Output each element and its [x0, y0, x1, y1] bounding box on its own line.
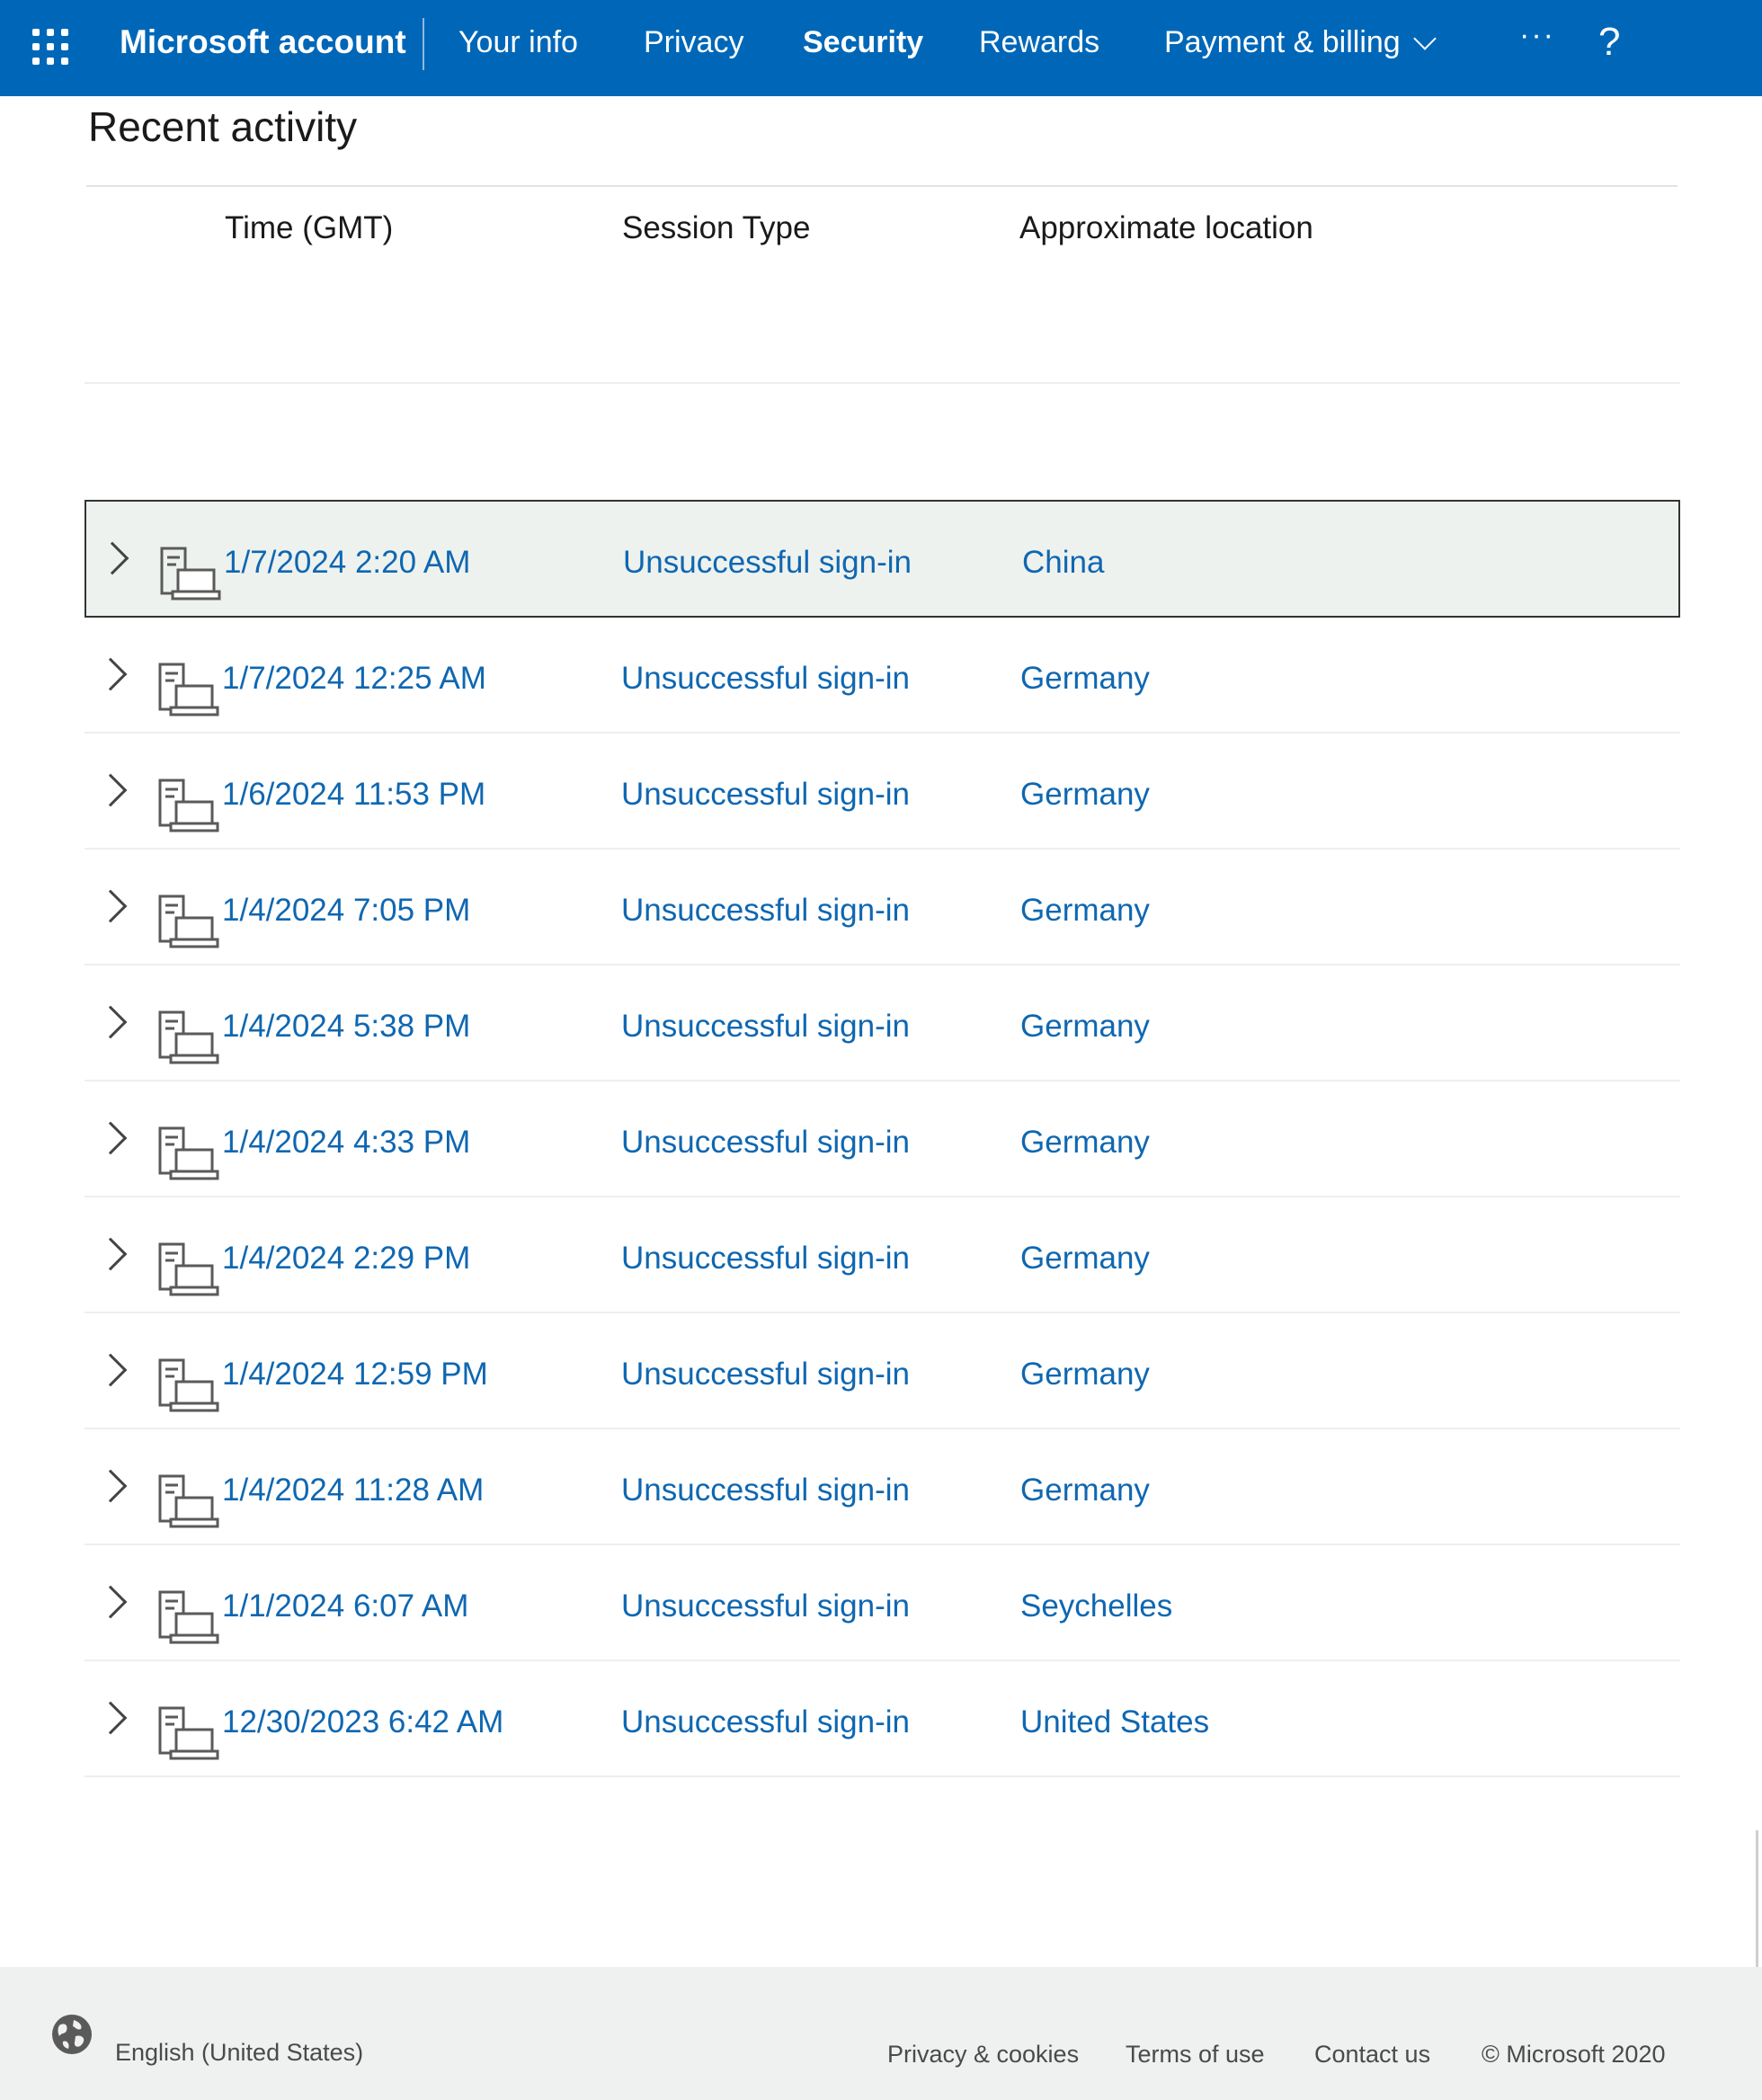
activity-time[interactable]: 1/1/2024 6:07 AM	[222, 1588, 468, 1624]
footer-link-terms-of-use[interactable]: Terms of use	[1126, 2041, 1265, 2069]
activity-location[interactable]: Germany	[1020, 893, 1150, 929]
footer-link-privacy-cookies[interactable]: Privacy & cookies	[887, 2041, 1079, 2069]
device-icon	[156, 1241, 219, 1298]
nav-security[interactable]: Security	[803, 25, 923, 60]
column-header-time: Time (GMT)	[225, 210, 394, 245]
language-selector[interactable]: English (United States)	[115, 2039, 363, 2067]
activity-location[interactable]: Germany	[1020, 1125, 1150, 1161]
nav-your-info[interactable]: Your info	[458, 25, 578, 60]
chevron-right-icon[interactable]	[93, 657, 128, 691]
activity-row[interactable]: 1/1/2024 6:07 AM Unsuccessful sign-in Seyc…	[85, 1545, 1680, 1661]
chevron-down-icon	[1412, 27, 1437, 50]
activity-list: 1/7/2024 2:20 AM Unsuccessful sign-in Chin…	[85, 500, 1680, 1777]
chevron-right-icon[interactable]	[93, 773, 128, 807]
chevron-right-icon[interactable]	[95, 541, 129, 575]
chevron-right-icon[interactable]	[93, 1121, 128, 1155]
chevron-right-icon[interactable]	[93, 1585, 128, 1619]
nav-payment-billing-label: Payment & billing	[1164, 25, 1401, 59]
device-icon	[156, 1009, 219, 1066]
activity-session-type[interactable]: Unsuccessful sign-in	[621, 1241, 910, 1277]
title-divider	[86, 185, 1677, 187]
activity-row[interactable]: 1/6/2024 11:53 PM Unsuccessful sign-in Ger…	[85, 734, 1680, 850]
app-launcher-waffle-icon[interactable]	[32, 29, 68, 65]
nav-privacy[interactable]: Privacy	[644, 25, 743, 60]
nav-payment-billing[interactable]: Payment & billing	[1164, 25, 1437, 60]
activity-row[interactable]: 1/4/2024 4:33 PM Unsuccessful sign-in Germ…	[85, 1081, 1680, 1197]
activity-row[interactable]: 1/4/2024 5:38 PM Unsuccessful sign-in Germ…	[85, 965, 1680, 1081]
column-header-session-type: Session Type	[622, 210, 811, 245]
device-icon	[156, 661, 219, 718]
footer: English (United States) Privacy & cookie…	[0, 1967, 1762, 2100]
activity-session-type[interactable]: Unsuccessful sign-in	[621, 1009, 910, 1045]
activity-session-type[interactable]: Unsuccessful sign-in	[621, 777, 910, 813]
copyright: © Microsoft 2020	[1482, 2041, 1666, 2068]
activity-session-type[interactable]: Unsuccessful sign-in	[621, 1473, 910, 1508]
globe-icon	[52, 2015, 92, 2054]
chevron-right-icon[interactable]	[93, 1353, 128, 1387]
activity-row[interactable]: 1/7/2024 2:20 AM Unsuccessful sign-in Chin…	[85, 500, 1680, 618]
activity-time[interactable]: 1/6/2024 11:53 PM	[222, 777, 485, 813]
activity-row[interactable]: 1/4/2024 12:59 PM Unsuccessful sign-in Ger…	[85, 1313, 1680, 1429]
activity-session-type[interactable]: Unsuccessful sign-in	[621, 1588, 910, 1624]
activity-session-type[interactable]: Unsuccessful sign-in	[623, 545, 912, 581]
column-header-location: Approximate location	[1019, 210, 1313, 245]
brand-link[interactable]: Microsoft account	[120, 23, 406, 61]
activity-location[interactable]: Germany	[1020, 661, 1150, 697]
footer-link-contact-us[interactable]: Contact us	[1314, 2041, 1430, 2069]
chevron-right-icon[interactable]	[93, 1469, 128, 1503]
activity-session-type[interactable]: Unsuccessful sign-in	[621, 893, 910, 929]
device-icon	[156, 777, 219, 834]
activity-row[interactable]: 1/4/2024 2:29 PM Unsuccessful sign-in Germ…	[85, 1197, 1680, 1313]
activity-time[interactable]: 1/4/2024 7:05 PM	[222, 893, 470, 929]
activity-location[interactable]: United States	[1020, 1704, 1209, 1740]
activity-time[interactable]: 1/7/2024 12:25 AM	[222, 661, 486, 697]
activity-location[interactable]: Germany	[1020, 777, 1150, 813]
activity-location[interactable]: China	[1022, 545, 1104, 581]
more-options-icon[interactable]: ···	[1519, 18, 1555, 53]
help-icon[interactable]: ?	[1598, 20, 1620, 65]
activity-session-type[interactable]: Unsuccessful sign-in	[621, 1704, 910, 1740]
header-divider	[85, 382, 1680, 384]
activity-location[interactable]: Seychelles	[1020, 1588, 1172, 1624]
page-title: Recent activity	[88, 103, 358, 150]
activity-session-type[interactable]: Unsuccessful sign-in	[621, 1125, 910, 1161]
chevron-right-icon[interactable]	[93, 889, 128, 923]
scrollbar[interactable]	[1756, 1830, 1758, 1967]
activity-time[interactable]: 1/4/2024 11:28 AM	[222, 1473, 484, 1508]
activity-session-type[interactable]: Unsuccessful sign-in	[621, 661, 910, 697]
activity-time[interactable]: 1/4/2024 5:38 PM	[222, 1009, 470, 1045]
activity-time[interactable]: 1/7/2024 2:20 AM	[224, 545, 470, 581]
activity-row[interactable]: 12/30/2023 6:42 AM Unsuccessful sign-in Un…	[85, 1661, 1680, 1777]
activity-time[interactable]: 1/4/2024 4:33 PM	[222, 1125, 470, 1161]
top-navigation-bar: Microsoft account Your info Privacy Secu…	[0, 0, 1762, 96]
activity-location[interactable]: Germany	[1020, 1241, 1150, 1277]
device-icon	[156, 893, 219, 950]
activity-time[interactable]: 1/4/2024 12:59 PM	[222, 1357, 488, 1393]
activity-time[interactable]: 12/30/2023 6:42 AM	[222, 1704, 503, 1740]
chevron-right-icon[interactable]	[93, 1237, 128, 1271]
nav-divider	[423, 18, 424, 70]
activity-row[interactable]: 1/4/2024 11:28 AM Unsuccessful sign-in Ger…	[85, 1429, 1680, 1545]
device-icon	[156, 1588, 219, 1646]
activity-time[interactable]: 1/4/2024 2:29 PM	[222, 1241, 470, 1277]
device-icon	[156, 1704, 219, 1762]
nav-rewards[interactable]: Rewards	[979, 25, 1099, 60]
activity-row[interactable]: 1/4/2024 7:05 PM Unsuccessful sign-in Germ…	[85, 850, 1680, 965]
activity-location[interactable]: Germany	[1020, 1357, 1150, 1393]
activity-location[interactable]: Germany	[1020, 1009, 1150, 1045]
device-icon	[156, 1473, 219, 1530]
chevron-right-icon[interactable]	[93, 1005, 128, 1039]
activity-location[interactable]: Germany	[1020, 1473, 1150, 1508]
device-icon	[158, 545, 221, 602]
device-icon	[156, 1125, 219, 1182]
device-icon	[156, 1357, 219, 1414]
chevron-right-icon[interactable]	[93, 1701, 128, 1735]
activity-row[interactable]: 1/7/2024 12:25 AM Unsuccessful sign-in Ger…	[85, 618, 1680, 734]
activity-session-type[interactable]: Unsuccessful sign-in	[621, 1357, 910, 1393]
